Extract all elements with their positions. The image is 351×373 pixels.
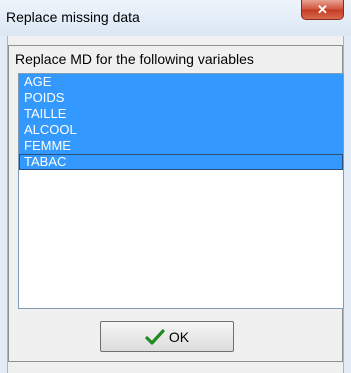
list-item-poids[interactable]: POIDS — [19, 90, 343, 106]
ok-button-label: OK — [168, 328, 190, 345]
panel-caption: Replace MD for the following variables — [15, 51, 254, 67]
variables-listbox[interactable]: AGE POIDS TAILLE ALCOOL FEMME TABAC — [18, 73, 344, 309]
list-item-femme[interactable]: FEMME — [19, 138, 343, 154]
replace-missing-data-window: Replace missing data ✕ Replace MD for th… — [0, 0, 351, 373]
list-item-tabac[interactable]: TABAC — [19, 154, 343, 170]
close-icon: ✕ — [317, 2, 328, 17]
check-icon — [145, 328, 165, 345]
list-item-alcool[interactable]: ALCOOL — [19, 122, 343, 138]
list-item-taille[interactable]: TAILLE — [19, 106, 343, 122]
list-item-age[interactable]: AGE — [19, 74, 343, 90]
title-bar: Replace missing data ✕ — [0, 0, 351, 36]
dialog-body: Replace MD for the following variables A… — [7, 36, 344, 373]
window-title: Replace missing data — [6, 9, 140, 25]
close-button[interactable]: ✕ — [301, 0, 344, 20]
ok-button[interactable]: OK — [100, 321, 234, 352]
